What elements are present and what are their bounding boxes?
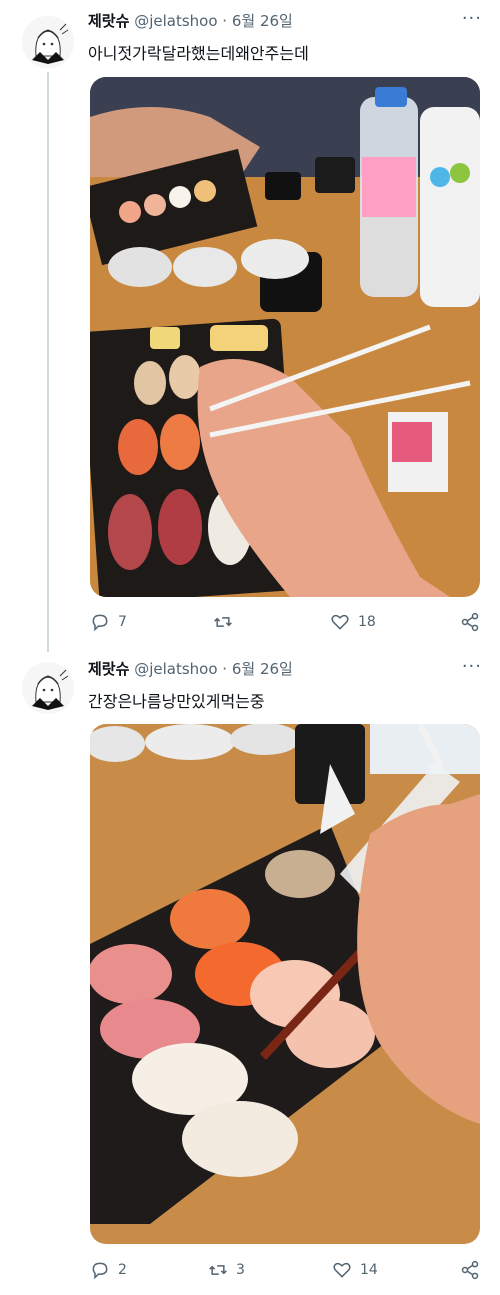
author-handle[interactable]: @jelatshoo (134, 12, 217, 30)
share-button[interactable] (460, 1260, 480, 1280)
author-name[interactable]: 제랏슈 (88, 660, 129, 678)
like-button[interactable]: 18 (330, 612, 376, 632)
avatar[interactable] (22, 16, 74, 68)
retweet-icon (214, 617, 232, 627)
author-handle[interactable]: @jelatshoo (134, 660, 217, 678)
like-count: 18 (358, 614, 376, 630)
like-button[interactable]: 14 (332, 1260, 378, 1280)
author-name[interactable]: 제랏슈 (88, 12, 129, 30)
separator: · (222, 12, 228, 30)
heart-icon (331, 614, 349, 630)
tweet-photo[interactable] (90, 77, 480, 597)
share-icon (461, 1260, 479, 1280)
reply-icon (92, 1262, 108, 1280)
sushi-with-syringe-chopsticks-photo (90, 77, 480, 597)
tweet-1[interactable]: 제랏슈 @jelatshoo · 6월 26일 ··· 아니젓가락달라했는데왜안… (0, 0, 500, 652)
tweet-date[interactable]: 6월 26일 (232, 660, 293, 678)
avatar[interactable] (22, 662, 74, 714)
reply-icon (92, 614, 108, 632)
tweet-header: 제랏슈 @jelatshoo · 6월 26일 (88, 10, 293, 31)
tweet-actions: 2 3 14 (88, 1260, 483, 1284)
retweet-button[interactable] (213, 612, 241, 632)
reply-count: 7 (118, 614, 127, 630)
share-button[interactable] (460, 612, 480, 632)
like-count: 14 (360, 1262, 378, 1278)
retweet-button[interactable]: 3 (208, 1260, 245, 1280)
tweet-2[interactable]: 제랏슈 @jelatshoo · 6월 26일 ··· 간장은나름낭만있게먹는중 (0, 652, 500, 1295)
tweet-date[interactable]: 6월 26일 (232, 12, 293, 30)
reply-button[interactable]: 2 (90, 1260, 127, 1280)
more-options-button[interactable]: ··· (462, 656, 482, 677)
tweet-text: 아니젓가락달라했는데왜안주는데 (88, 44, 309, 63)
thread-line (47, 72, 49, 652)
tweet-text: 간장은나름낭만있게먹는중 (88, 692, 265, 711)
tweet-header: 제랏슈 @jelatshoo · 6월 26일 (88, 658, 293, 679)
share-icon (461, 612, 479, 632)
syringe-soy-sauce-on-sushi-photo (90, 724, 480, 1244)
more-options-button[interactable]: ··· (462, 8, 482, 29)
retweet-count: 3 (236, 1262, 245, 1278)
retweet-icon (209, 1265, 227, 1275)
separator: · (222, 660, 228, 678)
reply-button[interactable]: 7 (90, 612, 127, 632)
tweet-actions: 7 18 (88, 612, 483, 636)
heart-icon (333, 1262, 351, 1278)
reply-count: 2 (118, 1262, 127, 1278)
tweet-photo[interactable] (90, 724, 480, 1244)
